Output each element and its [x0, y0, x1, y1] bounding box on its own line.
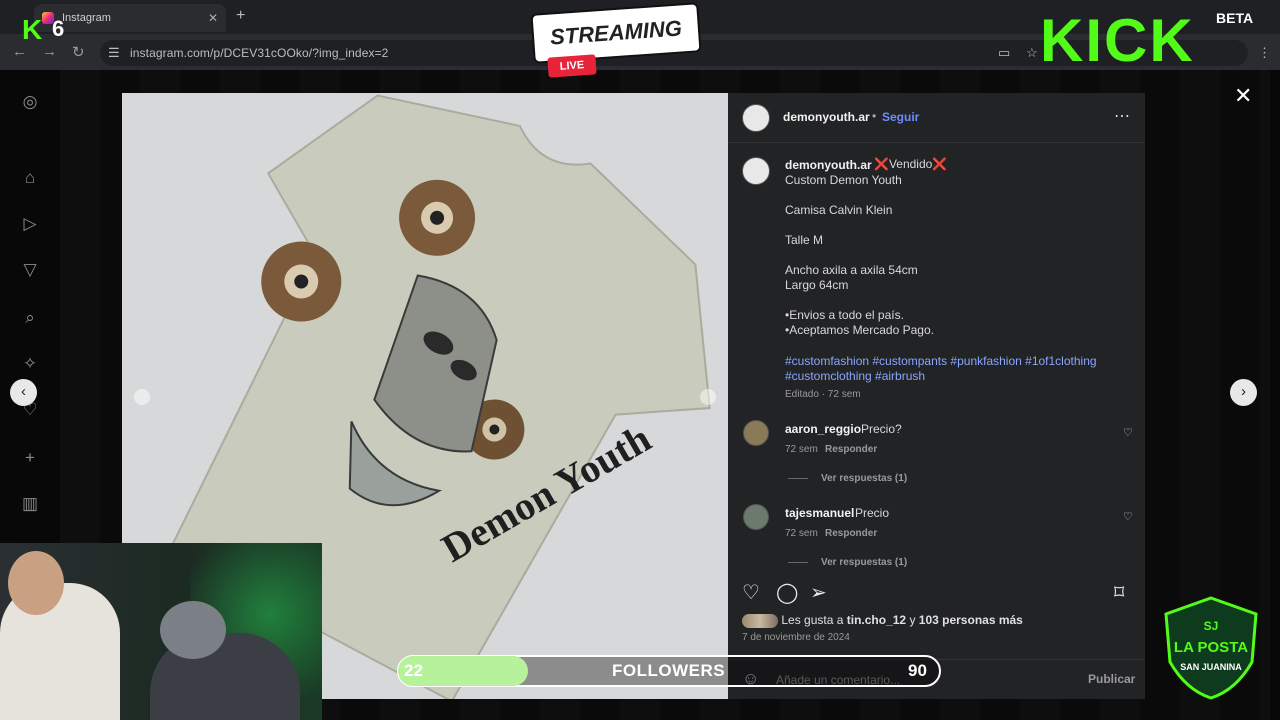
author-avatar[interactable]: [742, 104, 770, 132]
likes-prefix: Les gusta a: [781, 613, 844, 627]
view-replies-button[interactable]: Ver respuestas (1): [821, 473, 907, 484]
replies-divider: [788, 478, 808, 479]
instagram-logo-icon[interactable]: ◎: [20, 92, 40, 112]
live-badge: LIVE: [547, 54, 597, 78]
comment-username[interactable]: aaron_reggio: [785, 422, 861, 436]
kick-k-logo-icon: K: [22, 14, 43, 45]
messages-icon[interactable]: ▽: [20, 260, 40, 280]
caption-line: •Envios a todo el país.: [785, 308, 904, 322]
close-icon[interactable]: ✕: [1234, 83, 1252, 109]
reply-button[interactable]: Responder: [825, 528, 877, 539]
previous-post-button[interactable]: ‹: [10, 379, 37, 406]
caption-avatar[interactable]: [742, 157, 770, 185]
badge-top-text: SJ: [1204, 619, 1219, 633]
post-date: 7 de noviembre de 2024: [742, 632, 850, 643]
caption-hashtags[interactable]: #customfashion #custompants #punkfashion…: [785, 354, 1125, 384]
likes-count[interactable]: 103 personas más: [919, 613, 1023, 627]
header-separator: •: [872, 109, 877, 123]
new-tab-icon[interactable]: +: [236, 7, 245, 25]
heart-icon[interactable]: ♡: [742, 580, 760, 605]
tab-close-icon[interactable]: ✕: [208, 11, 218, 25]
caption-line: Ancho axila a axila 54cm: [785, 263, 918, 277]
caption-line: Talle M: [785, 233, 824, 247]
post-header: demonyouth.ar • Seguir ⋯: [728, 93, 1145, 143]
replies-divider: [788, 562, 808, 563]
url-text: instagram.com/p/DCEV31cOOko/?img_index=2: [130, 46, 389, 60]
reload-icon[interactable]: ↻: [72, 43, 85, 61]
kick-counter: 6: [52, 16, 65, 41]
publish-button[interactable]: Publicar: [1088, 672, 1135, 686]
badge-sub-text: SAN JUANINA: [1180, 662, 1242, 672]
dashboard-icon[interactable]: ▥: [20, 494, 40, 514]
comment-time: 72 sem: [785, 444, 818, 455]
kick-beta-label: BETA: [1216, 10, 1254, 26]
bookmark-icon[interactable]: ⌑: [1114, 580, 1124, 605]
followers-goal: 90: [908, 661, 927, 680]
comment-text: Precio: [855, 506, 890, 520]
comment-avatar[interactable]: [743, 504, 769, 530]
reels-icon[interactable]: ▷: [20, 214, 40, 234]
kick-brand-logo: KICK: [1040, 7, 1195, 74]
comment-text: Precio?: [861, 422, 902, 436]
next-post-button[interactable]: ›: [1230, 379, 1257, 406]
followers-current: 22: [404, 661, 423, 680]
comment-avatar[interactable]: [743, 420, 769, 446]
streamer-right-head: [160, 601, 226, 659]
create-icon[interactable]: +: [20, 448, 40, 468]
caption-line: Camisa Calvin Klein: [785, 203, 893, 217]
comment-icon[interactable]: ◯: [776, 580, 798, 605]
install-app-icon[interactable]: ▭: [998, 45, 1010, 61]
explore-icon[interactable]: ✧: [20, 354, 40, 374]
badge-name-text: LA POSTA: [1174, 639, 1248, 656]
author-username[interactable]: demonyouth.ar: [783, 110, 870, 124]
share-icon[interactable]: ➢: [810, 580, 827, 605]
likes-user[interactable]: tin.cho_12: [847, 613, 906, 627]
likes-summary[interactable]: Les gusta a tin.cho_12 y 103 personas má…: [742, 613, 1023, 628]
caption-username[interactable]: demonyouth.ar: [785, 158, 872, 172]
comment-username[interactable]: tajesmanuel: [785, 506, 854, 520]
webcam-feed: [0, 543, 322, 720]
likers-avatars: [742, 613, 778, 628]
caption-line: •Aceptamos Mercado Pago.: [785, 323, 934, 337]
reply-button[interactable]: Responder: [825, 444, 877, 455]
view-replies-button[interactable]: Ver respuestas (1): [821, 557, 907, 568]
home-icon[interactable]: ⌂: [20, 168, 40, 188]
carousel-prev-button[interactable]: [134, 389, 150, 405]
site-info-icon[interactable]: ☰: [108, 45, 120, 61]
tab-title: Instagram: [62, 12, 111, 24]
forward-icon[interactable]: →: [42, 43, 57, 60]
caption-meta: Editado · 72 sem: [785, 389, 861, 400]
bookmark-star-icon[interactable]: ☆: [1026, 45, 1038, 61]
caption-line: Largo 64cm: [785, 278, 849, 292]
comment-time: 72 sem: [785, 528, 818, 539]
streamer-left-head: [8, 551, 64, 615]
comment-like-icon[interactable]: ♡: [1123, 510, 1133, 523]
followers-label: FOLLOWERS: [612, 661, 726, 680]
caption-title: ❌Vendido❌: [874, 157, 948, 171]
screen: Instagram ✕ + ← → ↻ ☰ instagram.com/p/DC…: [0, 0, 1280, 720]
caption-line: Custom Demon Youth: [785, 173, 902, 187]
comment-like-icon[interactable]: ♡: [1123, 426, 1133, 439]
post-details-panel: demonyouth.ar • Seguir ⋯ demonyouth.ar ❌…: [728, 93, 1145, 699]
likes-and: y: [909, 613, 916, 627]
carousel-next-button[interactable]: [700, 389, 716, 405]
follow-button[interactable]: Seguir: [882, 110, 919, 124]
la-posta-badge-logo: SJ LA POSTA SAN JUANINA: [1164, 596, 1258, 700]
search-icon[interactable]: ⌕: [20, 308, 40, 328]
browser-menu-icon[interactable]: ⋮: [1258, 45, 1271, 61]
more-icon[interactable]: ⋯: [1114, 106, 1130, 126]
